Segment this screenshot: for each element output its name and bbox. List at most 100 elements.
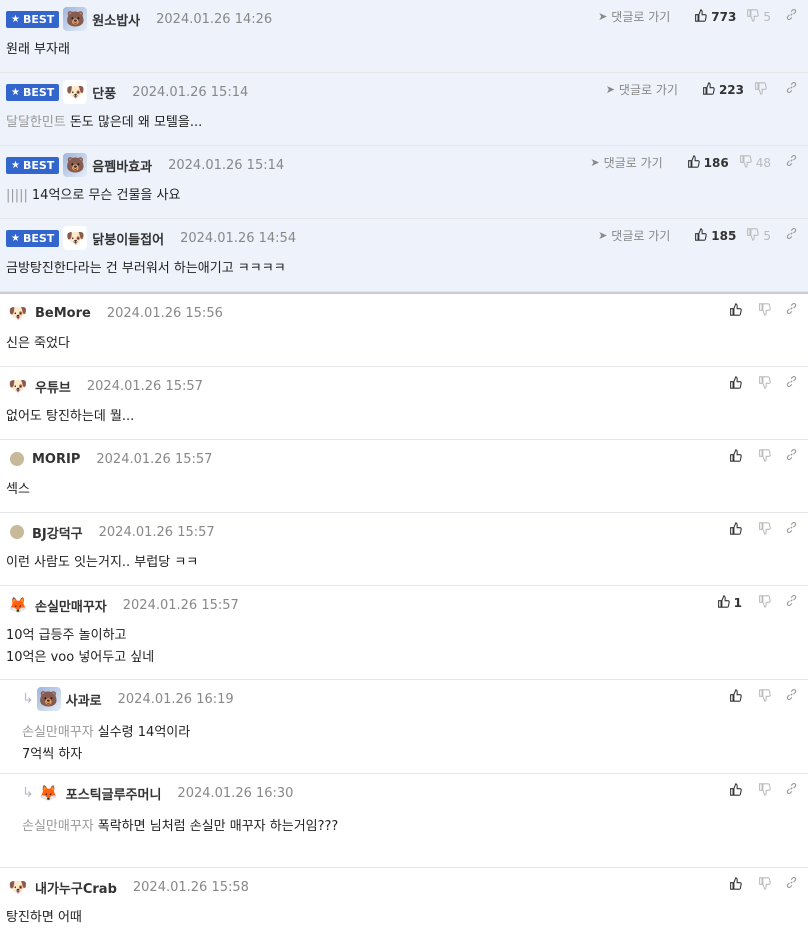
star-icon: ★	[11, 13, 20, 25]
mention[interactable]: 손실만매꾸자	[22, 819, 94, 834]
thumbs-up-icon	[729, 375, 742, 392]
like-button[interactable]: 1	[717, 594, 742, 611]
best-badge: ★ BEST	[6, 10, 60, 28]
dislike-button[interactable]: 5	[746, 227, 771, 244]
link-icon[interactable]	[785, 227, 798, 244]
reply-arrow-icon: ↳	[22, 691, 34, 707]
dislike-button[interactable]	[758, 782, 771, 799]
thumbs-up-icon	[729, 782, 742, 799]
comment-text: 없어도 탕진하는데 뭘...	[6, 406, 134, 428]
comment-header: ★ BEST 🐶 닭붕이들접어 2024.01.26 14:54	[6, 226, 296, 250]
like-button[interactable]	[729, 688, 742, 705]
thumbs-down-icon	[758, 782, 771, 799]
comment-nick[interactable]: 원소밥사	[92, 10, 140, 29]
link-icon[interactable]	[785, 154, 798, 171]
comment-list: ★ BEST 🐻 원소밥사 2024.01.26 14:26 원래 부자래 ➤ 댓글로 가기 7…	[0, 0, 808, 938]
thumbs-down-icon	[754, 81, 767, 98]
dislike-button[interactable]	[758, 302, 771, 319]
comment-date: 2024.01.26 15:57	[98, 524, 215, 540]
mention[interactable]: 달달한민트	[6, 115, 66, 130]
dislike-button[interactable]	[758, 688, 771, 705]
like-button[interactable]: 223	[702, 81, 744, 98]
comment-header: ↳ 🐻 사과로 2024.01.26 16:19	[22, 687, 234, 711]
link-icon[interactable]	[785, 688, 798, 705]
like-button[interactable]	[729, 876, 742, 893]
like-button[interactable]	[729, 375, 742, 392]
best-badge: ★ BEST	[6, 156, 60, 174]
comment: 🐶 BeMore 2024.01.26 15:56 신은 죽었다	[0, 294, 808, 367]
comment: MORIP 2024.01.26 15:57 섹스	[0, 440, 808, 513]
comment-date: 2024.01.26 15:14	[132, 84, 249, 100]
comment-text: 이런 사람도 잇는거지.. 부럽당 ㅋㅋ	[6, 552, 198, 574]
best-comment: ★ BEST 🐻 음펨바효과 2024.01.26 15:14 ||||| 14억으로 무슨…	[0, 146, 808, 219]
goto-comment-link[interactable]: ➤ 댓글로 가기	[598, 227, 670, 244]
dislike-button[interactable]	[754, 81, 771, 98]
comment-text: ||||| 14억으로 무슨 건물을 사요	[6, 188, 181, 203]
link-icon[interactable]	[785, 302, 798, 319]
dislike-button[interactable]	[758, 521, 771, 538]
comment-nick[interactable]: MORIP	[32, 452, 80, 467]
reply-comment: ↳ 🐻 사과로 2024.01.26 16:19 손실만매꾸자 실수령 14억이라 7억씩 …	[0, 680, 808, 774]
best-comment: ★ BEST 🐶 닭붕이들접어 2024.01.26 14:54 금방탕진한다라는 건 부…	[0, 219, 808, 292]
dislike-button[interactable]: 48	[739, 154, 771, 171]
comment-date: 2024.01.26 14:26	[156, 11, 273, 27]
goto-comment-link[interactable]: ➤ 댓글로 가기	[606, 81, 678, 98]
comment: BJ강덕구 2024.01.26 15:57 이런 사람도 잇는거지.. 부럽당 ㅋ…	[0, 513, 808, 586]
link-icon[interactable]	[785, 375, 798, 392]
link-icon[interactable]	[785, 782, 798, 799]
like-button[interactable]: 185	[694, 227, 736, 244]
star-icon: ★	[11, 86, 20, 98]
thumbs-down-icon	[758, 521, 771, 538]
comment-line: 신은 죽었다	[6, 336, 70, 351]
link-icon[interactable]	[785, 8, 798, 25]
comment-nick[interactable]: BeMore	[35, 306, 91, 321]
thumbs-up-icon	[702, 81, 715, 98]
comment-date: 2024.01.26 15:57	[122, 597, 239, 613]
comment-nick[interactable]: BJ강덕구	[32, 523, 83, 542]
like-button[interactable]: 773	[694, 8, 736, 25]
comment-nick[interactable]: 손실만매꾸자	[35, 596, 107, 615]
comment-nick[interactable]: 사과로	[66, 690, 102, 709]
comment-actions	[719, 448, 798, 465]
mention[interactable]: |||||	[6, 188, 28, 203]
dislike-button[interactable]	[758, 448, 771, 465]
dislike-button[interactable]	[758, 375, 771, 392]
thumbs-up-icon	[687, 154, 700, 171]
comment-nick[interactable]: 내가누구Crab	[35, 878, 117, 897]
thumbs-up-icon	[729, 521, 742, 538]
arrow-icon: ➤	[598, 229, 608, 242]
comment-nick[interactable]: 음펨바효과	[92, 156, 152, 175]
dislike-button[interactable]	[758, 594, 771, 611]
comment-nick[interactable]: 우튜브	[35, 377, 71, 396]
like-button[interactable]	[729, 448, 742, 465]
goto-comment-link[interactable]: ➤ 댓글로 가기	[590, 154, 662, 171]
comment-date: 2024.01.26 16:30	[177, 785, 294, 801]
thumbs-down-icon	[746, 8, 760, 25]
comment-text: 10억 급등주 놀이하고 10억은 voo 넣어두고 싶네	[6, 625, 154, 669]
link-icon[interactable]	[785, 876, 798, 893]
goto-comment-link[interactable]: ➤ 댓글로 가기	[598, 8, 670, 25]
link-icon[interactable]	[785, 594, 798, 611]
mention[interactable]: 손실만매꾸자	[22, 725, 94, 740]
comment-nick[interactable]: 포스틱글루주머니	[66, 784, 162, 803]
comment-nick[interactable]: 단풍	[92, 83, 116, 102]
link-icon[interactable]	[785, 521, 798, 538]
thumbs-down-icon	[746, 227, 760, 244]
arrow-icon: ➤	[605, 83, 615, 96]
comment-text: 금방탕진한다라는 건 부러워서 하는애기고 ㅋㅋㅋㅋ	[6, 261, 286, 276]
thumbs-up-icon	[694, 227, 708, 244]
link-icon[interactable]	[785, 448, 798, 465]
dislike-button[interactable]: 5	[746, 8, 771, 25]
comment-nick[interactable]: 닭붕이들접어	[92, 229, 164, 248]
comment-header: ★ BEST 🐻 원소밥사 2024.01.26 14:26	[6, 7, 273, 31]
dislike-button[interactable]	[758, 876, 771, 893]
link-icon[interactable]	[785, 81, 798, 98]
avatar: 🐶	[63, 226, 88, 250]
avatar: 🐶	[6, 301, 30, 325]
like-button[interactable]: 186	[687, 154, 729, 171]
best-badge: ★ BEST	[6, 83, 60, 101]
like-button[interactable]	[729, 302, 742, 319]
like-button[interactable]	[729, 521, 742, 538]
avatar	[10, 452, 24, 466]
like-button[interactable]	[729, 782, 742, 799]
